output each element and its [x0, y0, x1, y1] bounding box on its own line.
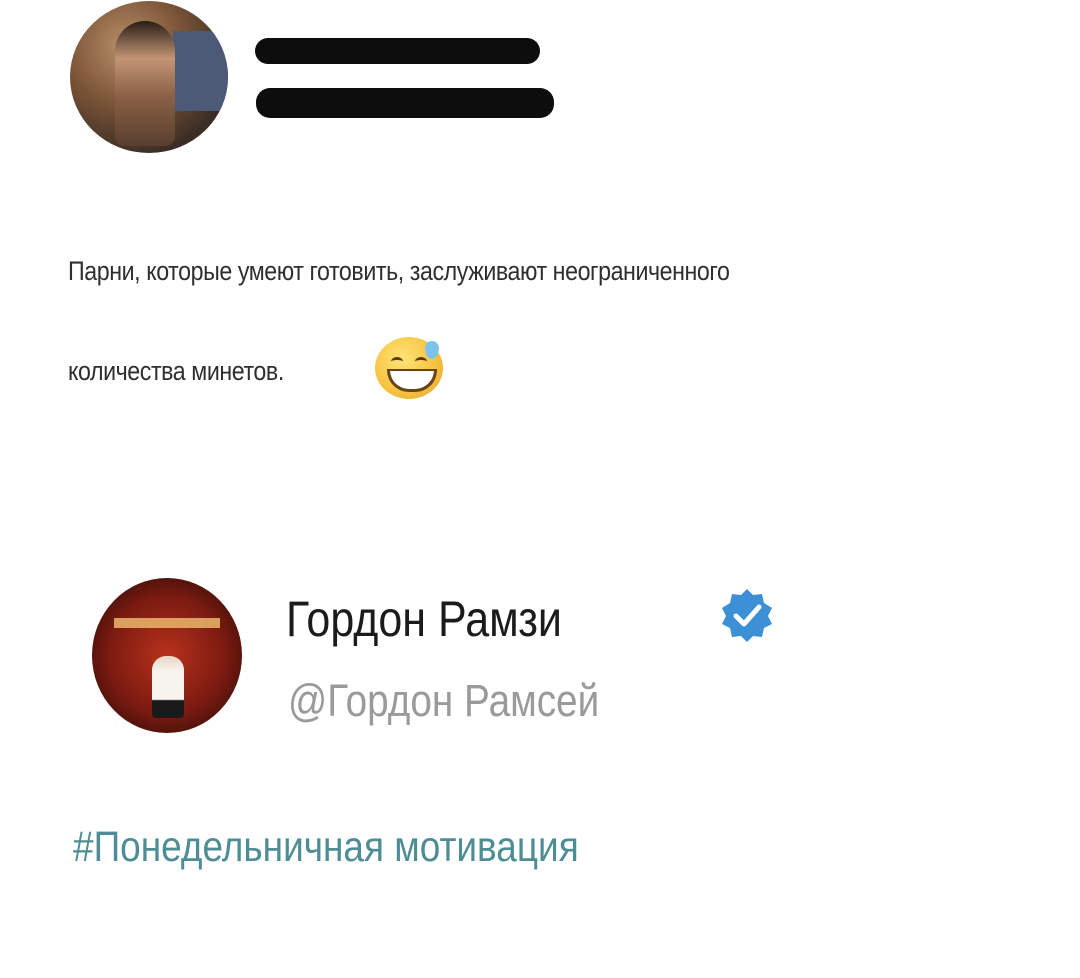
redacted-handle: [256, 88, 554, 118]
avatar-background: [173, 31, 228, 111]
avatar-person: [152, 656, 184, 718]
user-avatar[interactable]: [70, 1, 228, 153]
gordon-avatar[interactable]: [92, 578, 242, 733]
user-handle[interactable]: @Гордон Рамсей: [288, 675, 599, 727]
verified-badge-icon: [722, 589, 772, 642]
avatar-sign: [114, 618, 220, 628]
avatar-figure: [115, 21, 175, 146]
redacted-name: [255, 38, 540, 64]
display-name[interactable]: Гордон Рамзи: [286, 590, 562, 648]
hashtag-link[interactable]: #Понедельничная мотивация: [73, 823, 579, 872]
post-text-line-2: количества минетов.: [68, 356, 284, 386]
post-text-line-1: Парни, которые умеют готовить, заслужива…: [68, 256, 730, 286]
grinning-sweat-emoji-icon: [375, 337, 443, 399]
